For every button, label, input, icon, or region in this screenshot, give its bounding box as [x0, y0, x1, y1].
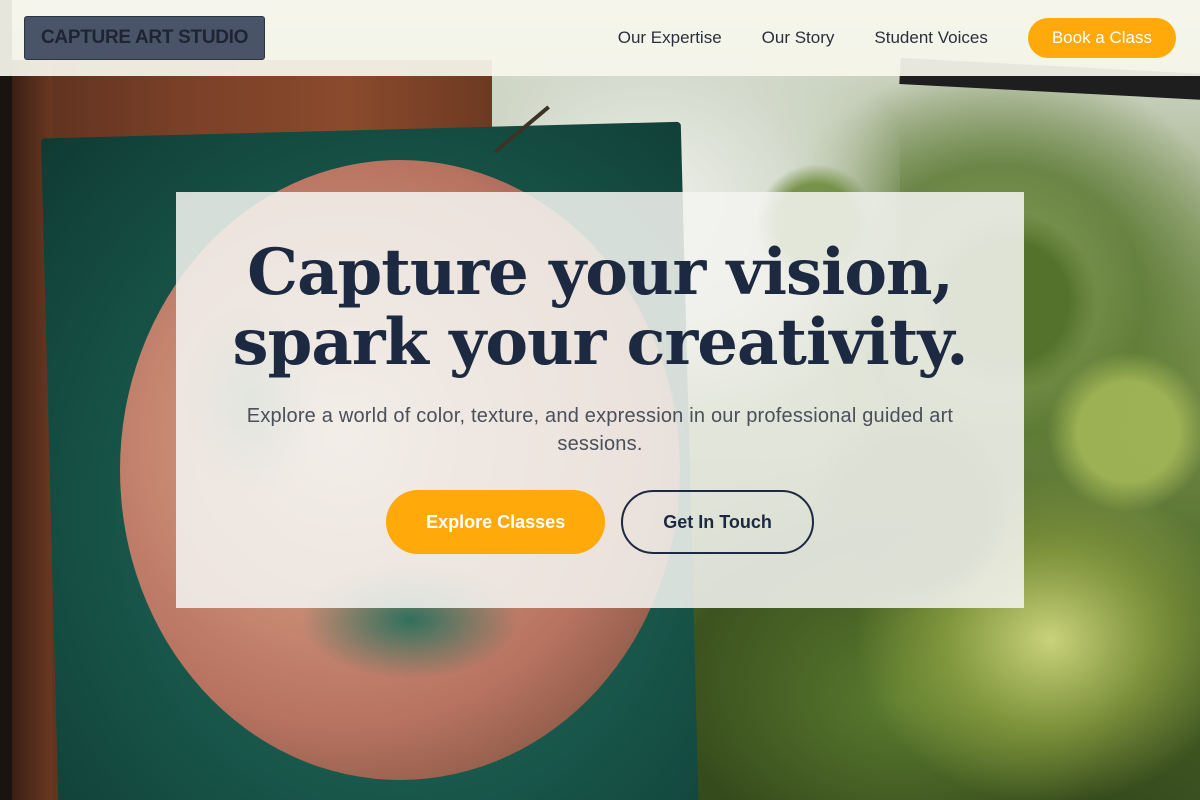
- page: CAPTURE ART STUDIO Our Expertise Our Sto…: [0, 0, 1200, 800]
- hero-title-line-1: Capture your vision,: [247, 235, 954, 310]
- explore-classes-button[interactable]: Explore Classes: [386, 490, 606, 554]
- nav-link-student-voices[interactable]: Student Voices: [874, 28, 987, 48]
- site-header: CAPTURE ART STUDIO Our Expertise Our Sto…: [0, 0, 1200, 76]
- hero-actions: Explore Classes Get In Touch: [176, 490, 1024, 554]
- hero-title: Capture your vision, spark your creativi…: [176, 238, 1024, 378]
- background-dark-edge: [0, 0, 12, 800]
- nav-link-our-story[interactable]: Our Story: [762, 28, 835, 48]
- nav-link-our-expertise[interactable]: Our Expertise: [618, 28, 722, 48]
- main-nav: Our Expertise Our Story Student Voices B…: [618, 18, 1176, 58]
- hero-title-line-2: spark your creativity.: [232, 305, 969, 380]
- hero-subtitle: Explore a world of color, texture, and e…: [246, 405, 954, 455]
- book-a-class-button[interactable]: Book a Class: [1027, 18, 1176, 58]
- hero-card: Capture your vision, spark your creativi…: [176, 192, 1024, 608]
- brand-logo[interactable]: CAPTURE ART STUDIO: [24, 16, 266, 60]
- get-in-touch-button[interactable]: Get In Touch: [621, 490, 814, 554]
